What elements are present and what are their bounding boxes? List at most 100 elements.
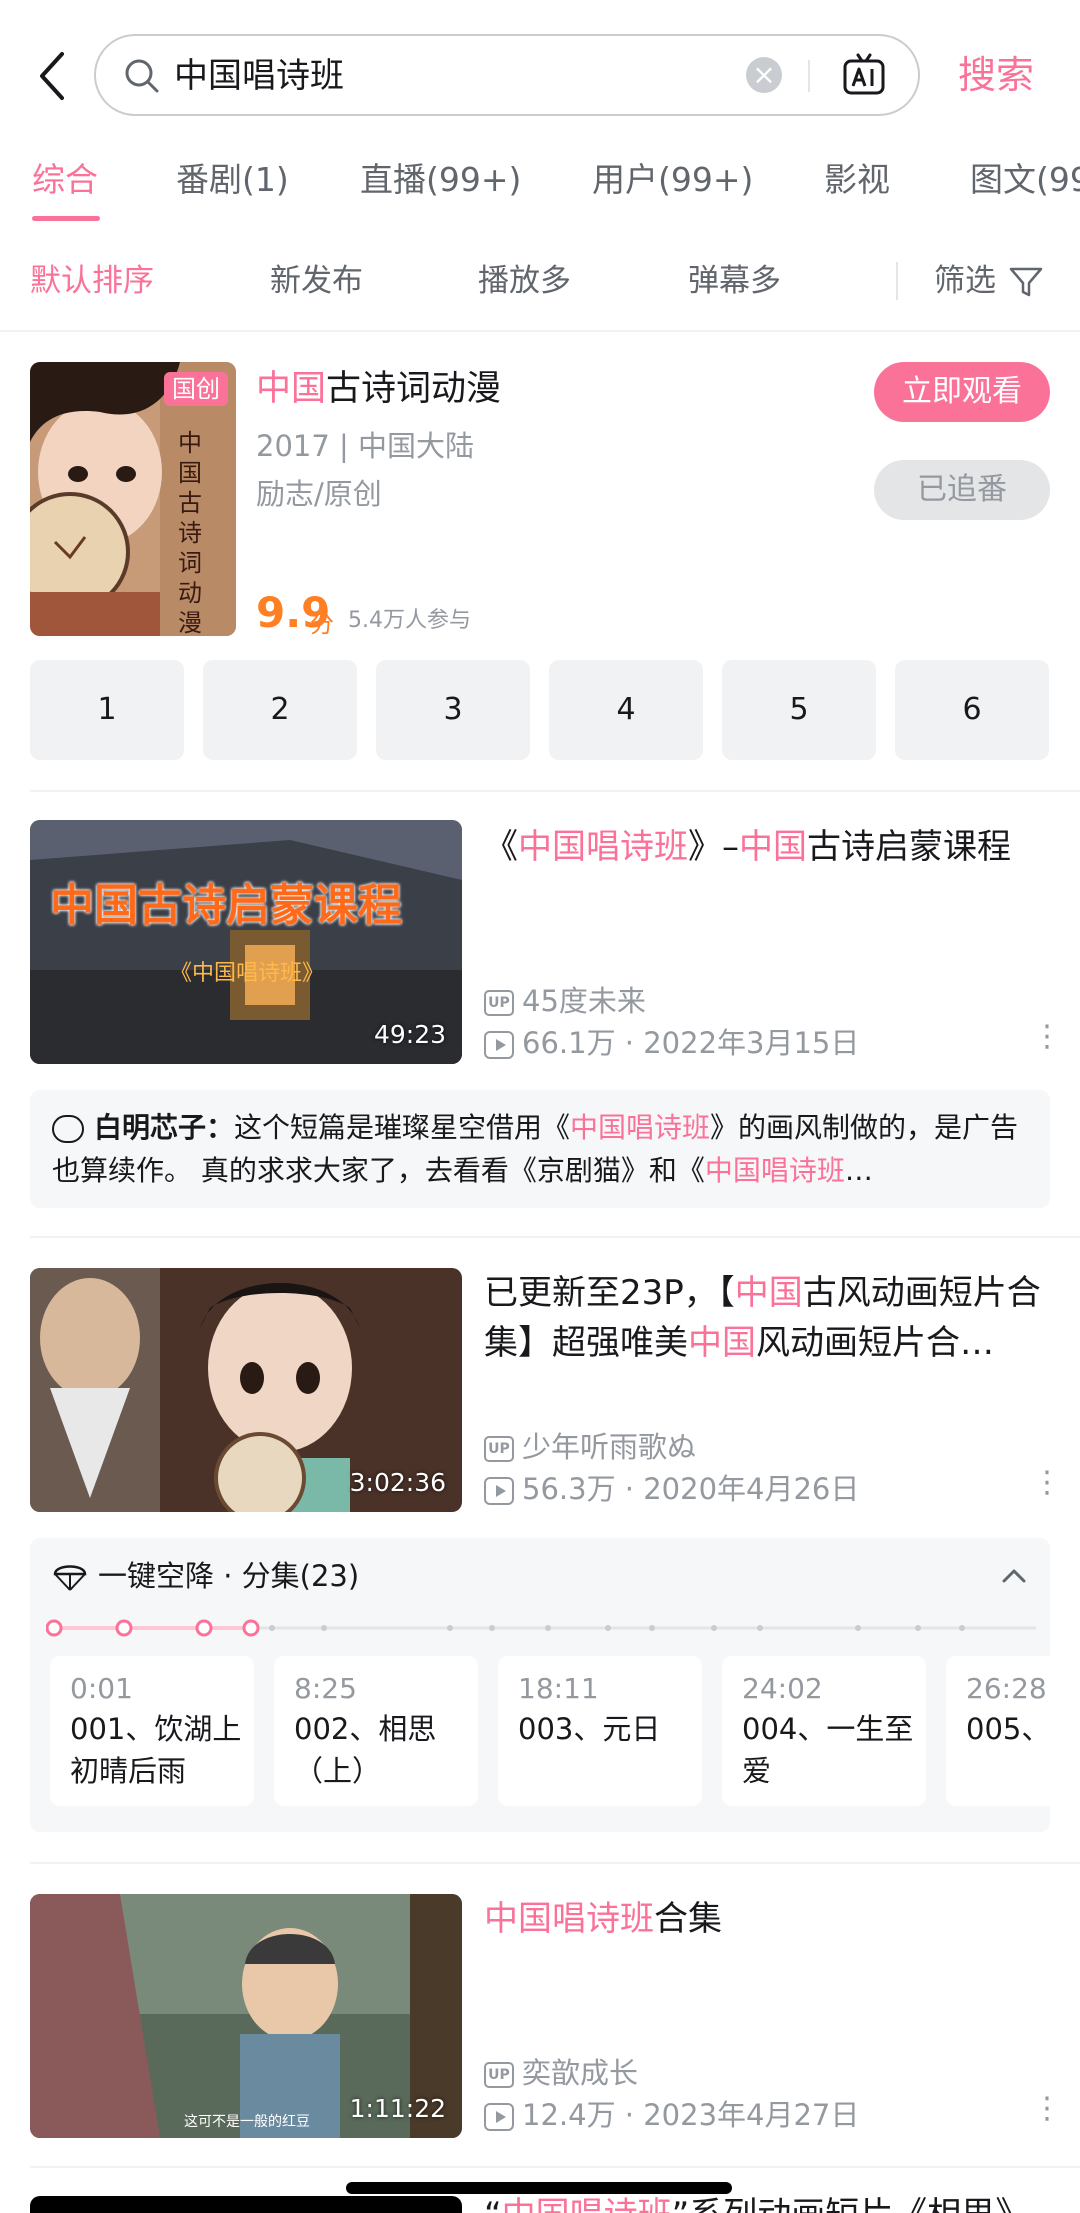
divider [30,790,1080,792]
uploader[interactable]: UP 奕歆成长 [484,2052,638,2094]
divider [808,60,810,92]
video-stats: 12.4万 · 2023年4月27日 [484,2094,859,2136]
video-duration: 1:11:22 [349,2094,446,2123]
segment-card[interactable]: 8:25 002、相思（上） [274,1656,478,1806]
episode-button[interactable]: 1 [30,660,184,760]
tab-all[interactable]: 综合 [32,156,98,204]
anime-cover[interactable]: 中国古诗词动漫 国创 [30,362,236,636]
comment-highlight: 中国唱诗班 [570,1111,711,1144]
filter-icon[interactable] [1008,264,1044,300]
filter-button[interactable]: 筛选 [934,258,996,304]
segment-time: 18:11 [518,1672,599,1705]
title-text: 《 [484,827,518,867]
chevron-up-icon[interactable] [998,1560,1030,1592]
segment-title: 003、元日 [518,1712,661,1746]
anime-title[interactable]: 中国古诗词动漫 [256,364,501,414]
top-comment[interactable]: 白明芯子：这个短篇是璀璨星空借用《中国唱诗班》的画风制做的，是广告也算续作。 真… [30,1090,1050,1208]
tab-film[interactable]: 影视 [824,156,890,204]
segment-time: 0:01 [70,1672,133,1705]
uploader[interactable]: UP 45度未来 [484,980,646,1022]
segment-card[interactable]: 24:02 004、一生至爱 [722,1656,926,1806]
video-stats: 66.1万 · 2022年3月15日 [484,1022,859,1064]
episode-button[interactable]: 6 [895,660,1049,760]
more-icon[interactable]: ⋮ [1032,1022,1062,1052]
status-badge: 国创 [164,372,228,406]
episode-button[interactable]: 4 [549,660,703,760]
view-count-date: 12.4万 · 2023年4月27日 [522,2098,860,2132]
search-input[interactable]: 中国唱诗班 [174,52,344,100]
title-text: “ [484,2195,502,2213]
more-icon[interactable]: ⋮ [1032,1468,1062,1498]
comment-icon [52,1115,84,1143]
tab-indicator [32,216,100,221]
tab-articles[interactable]: 图文(99 [970,156,1080,204]
tab-users[interactable]: 用户(99+) [592,156,753,204]
followed-button[interactable]: 已追番 [874,460,1050,520]
video-thumbnail[interactable]: 这可不是一般的红豆 1:11:22 [30,1894,462,2138]
episode-button[interactable]: 2 [203,660,357,760]
tab-live[interactable]: 直播(99+) [360,156,521,204]
title-text: 已更新至23P，【 [484,1273,735,1313]
video-thumbnail[interactable]: 中国古诗启蒙课程 《中国唱诗班》 49:23 [30,820,462,1064]
clear-icon[interactable]: × [746,57,782,93]
cover-text: 中国古诗词动漫 [178,429,202,636]
video-title[interactable]: 《中国唱诗班》–中国古诗启蒙课程 [484,822,1054,872]
sort-default[interactable]: 默认排序 [30,258,154,304]
airdrop-panel: 一键空降 · 分集(23) 0:01 001、饮湖上初晴后雨 8:25 002、… [30,1538,1050,1832]
title-text: 合集 [654,1899,722,1939]
uploader-name: 45度未来 [522,984,646,1018]
title-text: 风动画短片合… [756,1323,994,1363]
divider [30,1862,1080,1864]
score-unit: 分 [310,610,334,638]
divider [30,2166,1080,2168]
search-button[interactable]: 搜索 [958,48,1034,102]
segment-title: 005、东南飞 [966,1712,1050,1746]
anime-year-region: 2017 | 中国大陆 [256,429,475,463]
title-highlight: 中国 [734,1273,803,1313]
title-highlight: 中国唱诗班 [484,1899,654,1939]
divider [30,1236,1080,1238]
uploader-name: 少年听雨歌ぬ [522,1430,697,1464]
segment-card[interactable]: 0:01 001、饮湖上初晴后雨 [50,1656,254,1806]
segment-title: 004、一生至爱 [742,1712,914,1788]
episode-button[interactable]: 5 [722,660,876,760]
comment-part: … [844,1154,873,1187]
uploader[interactable]: UP 少年听雨歌ぬ [484,1426,696,1468]
divider [0,330,1080,332]
up-icon: UP [484,2062,514,2088]
play-icon [484,1477,514,1505]
segment-card[interactable]: 26:28 005、东南飞 [946,1656,1050,1806]
sort-most-played[interactable]: 播放多 [478,258,571,304]
comment-author: 白明芯子： [94,1111,235,1144]
video-stats: 56.3万 · 2020年4月26日 [484,1468,859,1510]
thumbnail-title: 中国古诗启蒙课程 [50,880,402,931]
video-title[interactable]: 中国唱诗班合集 [484,1894,1054,1944]
video-thumbnail[interactable]: 3:02:36 [30,1268,462,1512]
sort-most-danmaku[interactable]: 弹幕多 [688,258,781,304]
tab-bangumi[interactable]: 番剧(1) [176,156,289,204]
ai-icon[interactable] [840,52,888,100]
home-indicator [346,2182,732,2194]
view-count-date: 66.1万 · 2022年3月15日 [522,1026,860,1060]
segment-time: 26:28 [966,1672,1047,1705]
search-bar[interactable]: 中国唱诗班 × [94,34,920,116]
segment-card[interactable]: 18:11 003、元日 [498,1656,702,1806]
parachute-icon [53,1565,87,1591]
participant-count: 5.4万人参与 [348,608,471,633]
episode-button[interactable]: 3 [376,660,530,760]
comment-part: 这个短篇是璀璨星空借用《 [234,1111,571,1144]
title-text: ”系列动画短片《相思》 [672,2195,1030,2213]
watch-now-button[interactable]: 立即观看 [874,362,1050,422]
title-highlight: 中国 [688,1323,756,1363]
back-icon[interactable] [30,46,74,106]
episode-timeline[interactable] [46,1618,1036,1638]
title-text: 古诗启蒙课程 [807,827,1011,867]
sort-newest[interactable]: 新发布 [270,258,363,304]
video-thumbnail[interactable] [30,2196,462,2213]
video-duration: 3:02:36 [349,1468,446,1497]
title-highlight: 中国 [739,827,807,867]
video-duration: 49:23 [373,1020,446,1049]
video-title[interactable]: 已更新至23P，【中国古风动画短片合集】超强唯美中国风动画短片合… [484,1268,1054,1368]
more-icon[interactable]: ⋮ [1032,2094,1062,2124]
divider [896,262,898,300]
